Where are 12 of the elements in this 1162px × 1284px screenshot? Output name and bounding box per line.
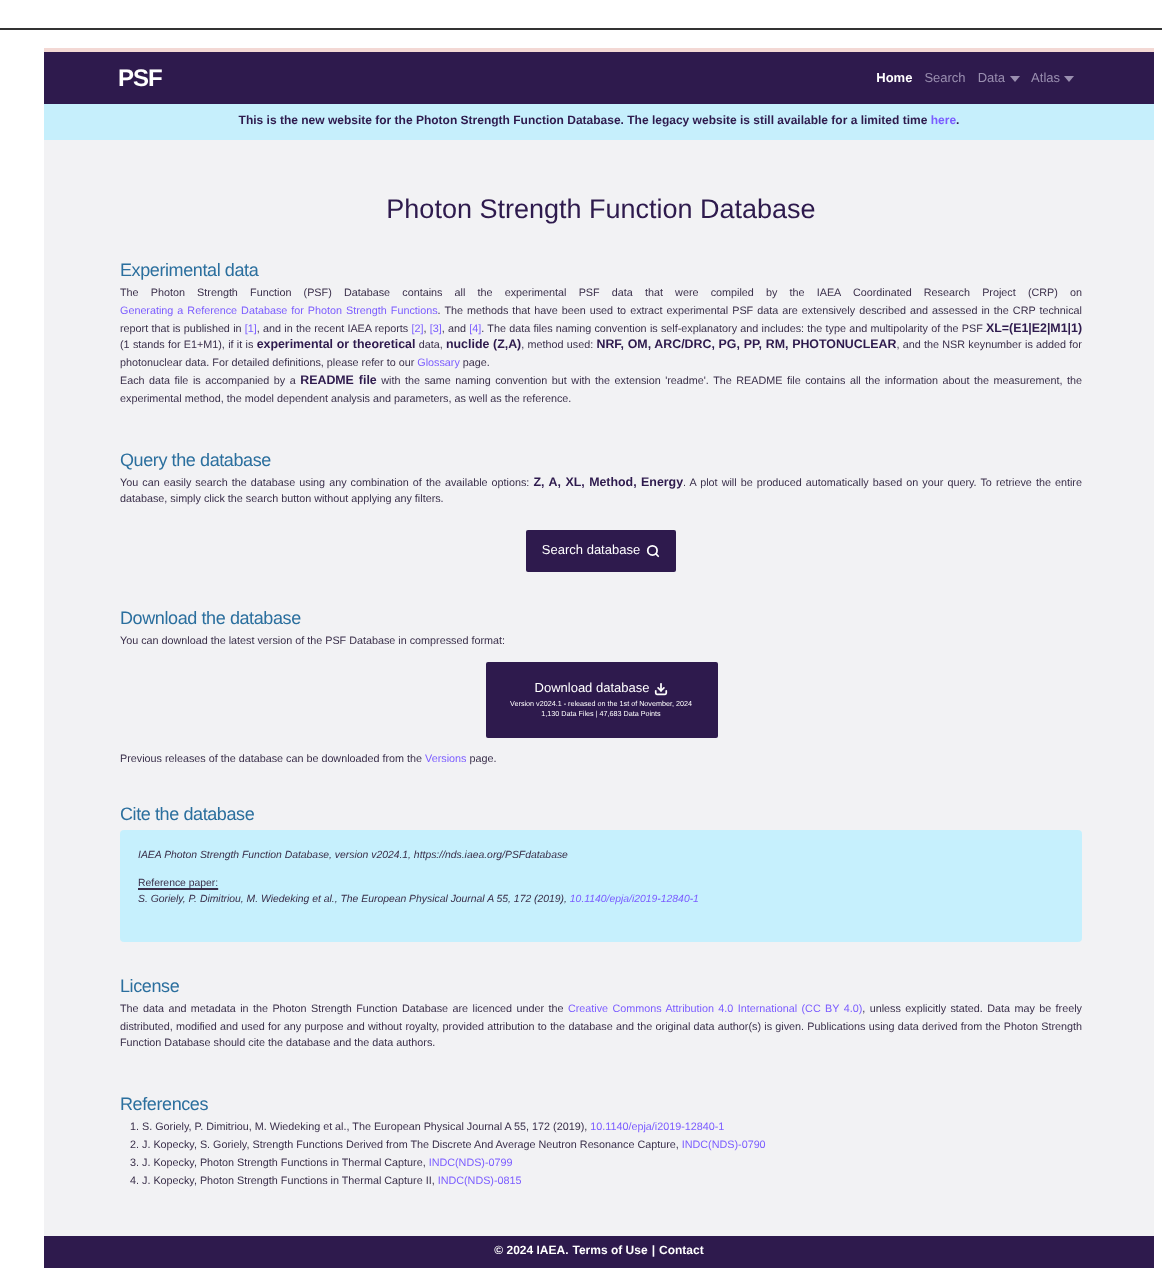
section-heading: References	[120, 1094, 211, 1115]
brand-link[interactable]: PSF	[118, 64, 162, 92]
section-heading: Cite the database	[120, 803, 257, 824]
section-heading: Download the database	[120, 608, 303, 629]
search-icon	[646, 544, 661, 559]
caret-icon	[1064, 75, 1074, 81]
caret-icon	[1009, 75, 1020, 81]
page-title: Photon Strength Function Database	[384, 194, 818, 224]
section-heading: Query the database	[120, 449, 273, 470]
section-heading: License	[120, 975, 182, 996]
section-heading: Experimental data	[120, 260, 261, 280]
download-icon	[653, 681, 668, 696]
